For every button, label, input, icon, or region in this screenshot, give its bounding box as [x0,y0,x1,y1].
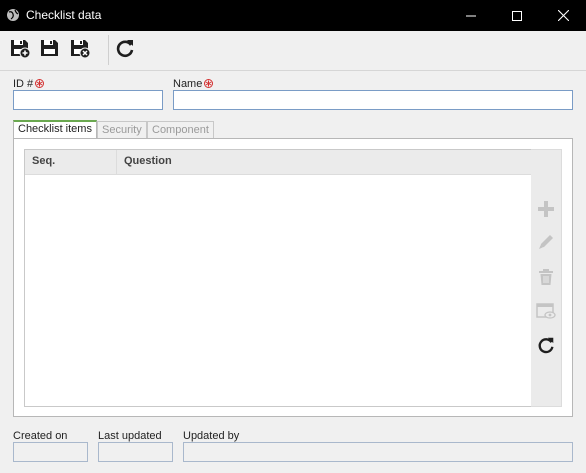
add-icon [537,200,555,221]
close-button[interactable] [540,0,586,31]
created-on-field[interactable] [13,442,88,462]
minimize-button[interactable] [448,0,494,31]
save-close-button[interactable] [68,37,92,61]
save-close-icon [69,37,91,62]
name-field[interactable] [173,90,573,110]
refresh-icon [536,335,556,358]
add-button[interactable] [535,199,557,221]
save-button[interactable] [38,37,62,61]
column-header-seq[interactable]: Seq. [25,150,117,174]
grid-side-toolbar [531,149,562,407]
close-icon [557,10,569,21]
delete-icon [537,268,555,289]
toolbar-separator [108,35,109,65]
id-field[interactable] [13,90,163,110]
save-icon [39,37,61,62]
view-icon [536,302,556,323]
globe-icon [6,8,20,22]
window-title: Checklist data [26,8,102,22]
grid-header: Seq. Question [25,150,531,175]
tab-component[interactable]: Component [147,121,214,139]
toolbar [0,31,586,71]
refresh-icon [114,37,136,62]
tab-security[interactable]: Security [97,121,147,139]
column-header-question[interactable]: Question [117,150,531,174]
updated-by-field[interactable] [183,442,573,462]
maximize-icon [512,10,522,21]
name-label-text: Name [173,78,203,90]
save-new-button[interactable] [8,37,32,61]
grid-refresh-button[interactable] [535,335,557,357]
save-new-icon [9,37,31,62]
title-bar: Checklist data [0,0,586,31]
last-updated-field[interactable] [98,442,173,462]
delete-button[interactable] [535,267,557,289]
id-label-text: ID # [13,78,34,90]
maximize-button[interactable] [494,0,540,31]
tab-checklist-items[interactable]: Checklist items [13,120,97,139]
refresh-button[interactable] [113,37,137,61]
checklist-items-grid[interactable]: Seq. Question [24,149,532,407]
minimize-icon [466,11,476,21]
view-button[interactable] [535,301,557,323]
edit-icon [537,233,555,254]
edit-button[interactable] [535,232,557,254]
